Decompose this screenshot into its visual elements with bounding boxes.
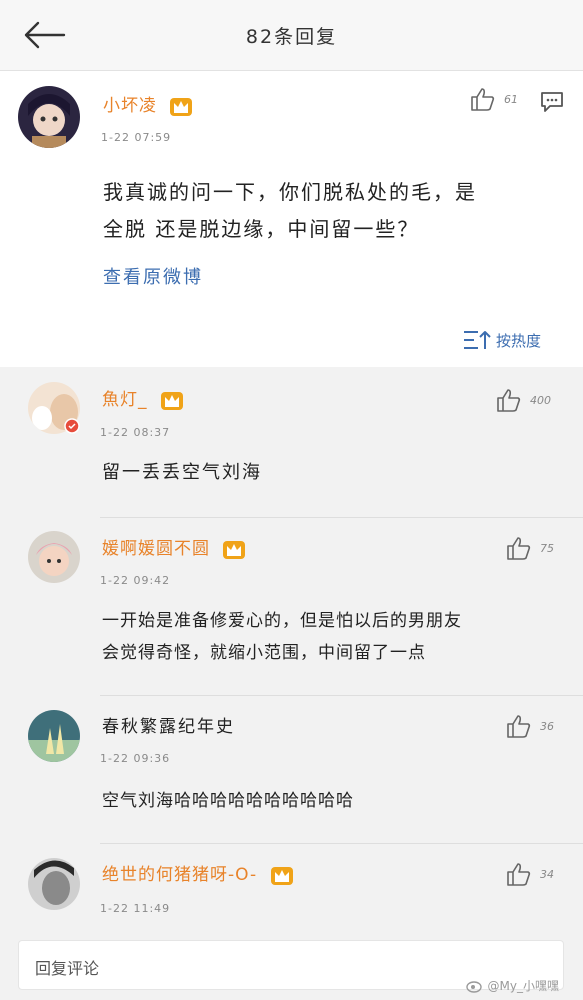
sort-label[interactable]: 按热度 [496,330,541,351]
username[interactable]: 魚灯_ [102,385,184,411]
thumbs-up-icon[interactable] [506,862,532,886]
vip-crown-icon [223,541,246,559]
reply-item: 媛啊媛圆不圆 1-22 09:42 75 一开始是准备修爱心的，但是怕以后的男朋… [0,518,583,696]
username[interactable]: 媛啊媛圆不圆 [102,534,246,560]
avatar[interactable] [28,858,80,910]
thumbs-up-icon[interactable] [506,536,532,560]
reply-input-placeholder[interactable]: 回复评论 [35,955,99,979]
page-title: 82条回复 [245,26,338,48]
like-count: 75 [540,541,554,555]
username-text[interactable]: 媛啊媛圆不圆 [102,539,210,559]
post-time: 1-22 07:59 [101,131,172,144]
verified-badge-icon [64,418,80,434]
reply-time: 1-22 09:42 [100,574,171,587]
reply-item: 春秋繁露纪年史 1-22 09:36 36 空气刘海哈哈哈哈哈哈哈哈哈哈 [0,696,583,844]
avatar[interactable] [28,710,80,762]
reply-text-line-1: 一开始是准备修爱心的，但是怕以后的男朋友 [102,611,462,631]
username[interactable]: 春秋繁露纪年史 [102,712,235,737]
watermark: @My_小嘿嘿 [465,977,559,994]
thumbs-up-icon[interactable] [496,388,522,412]
like-count: 61 [504,92,518,106]
avatar[interactable] [18,86,80,148]
reply-item: 绝世的何猪猪呀-O- 1-22 11:49 34 [0,844,583,928]
vip-crown-icon [170,98,193,116]
weibo-logo-icon [465,980,482,993]
like-count: 400 [530,393,551,407]
main-post-card: 小坏凌 1-22 07:59 61 我真诚的问一下，你们脱私处的毛，是 全脱 还… [0,71,583,367]
sort-icon [464,331,491,349]
like-count: 34 [540,867,554,881]
post-text-line-2: 全脱 还是脱边缘，中间留一些？ [103,217,420,241]
vip-crown-icon [160,392,183,410]
like-button[interactable]: 61 [470,87,518,111]
reply-text-line-1: 留一丢丢空气刘海 [102,462,262,483]
avatar[interactable] [28,531,80,583]
reply-text-line-2: 会觉得奇怪，就缩小范围，中间留了一点 [102,643,426,663]
sort-toggle[interactable]: 按热度 [462,329,541,351]
thumbs-up-icon[interactable] [470,87,496,111]
like-count: 36 [540,719,554,733]
like-button[interactable]: 75 [506,536,554,560]
post-text-line-1: 我真诚的问一下，你们脱私处的毛，是 [103,180,477,204]
reply-time: 1-22 11:49 [100,902,171,915]
vip-crown-icon [270,867,293,885]
like-button[interactable]: 400 [496,388,551,412]
reply-time: 1-22 09:36 [100,752,171,765]
thumbs-up-icon[interactable] [506,714,532,738]
username-text[interactable]: 小坏凌 [103,96,157,116]
username-text[interactable]: 魚灯_ [102,390,148,410]
like-button[interactable]: 34 [506,862,554,886]
top-nav-bar: 82条回复 [0,0,583,71]
reply-time: 1-22 08:37 [100,426,171,439]
reply-text-line-1: 空气刘海哈哈哈哈哈哈哈哈哈哈 [102,791,354,811]
watermark-text: @My_小嘿嘿 [487,979,559,993]
reply-item: 魚灯_ 1-22 08:37 400 留一丢丢空气刘海 [0,370,583,518]
view-original-link[interactable]: 查看原微博 [103,263,203,289]
comment-icon[interactable] [540,91,564,113]
like-button[interactable]: 36 [506,714,554,738]
username[interactable]: 小坏凌 [103,91,193,117]
username-text[interactable]: 绝世的何猪猪呀-O- [102,865,257,885]
username[interactable]: 绝世的何猪猪呀-O- [102,860,294,886]
